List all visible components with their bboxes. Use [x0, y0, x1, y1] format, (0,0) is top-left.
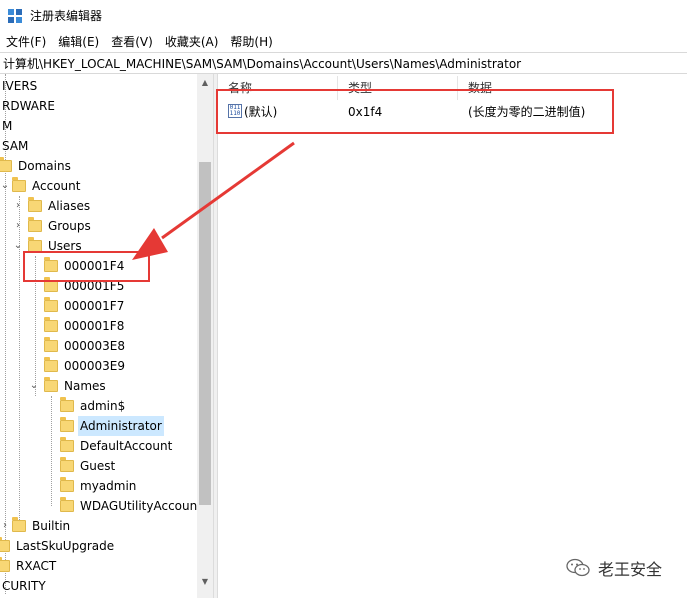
folder-icon [28, 217, 42, 232]
tree-item-myadmin[interactable]: myadmin [60, 476, 138, 496]
tree-item-drivers[interactable]: IVERS [0, 76, 39, 96]
chevron-right-icon[interactable]: › [13, 196, 23, 216]
window-title: 注册表编辑器 [30, 9, 103, 23]
tree-item-groups[interactable]: Groups [28, 216, 93, 236]
scroll-down-arrow-icon[interactable]: ▼ [197, 573, 213, 590]
folder-icon [60, 497, 74, 512]
tree-item-guest[interactable]: Guest [60, 456, 117, 476]
tree-item-sam-root[interactable]: M [0, 116, 14, 136]
tree-item-builtin[interactable]: Builtin [12, 516, 72, 536]
folder-icon [44, 357, 58, 372]
tree-item-names[interactable]: Names [44, 376, 108, 396]
tree-item-hardware[interactable]: RDWARE [0, 96, 57, 116]
tree-item-label: Account [32, 179, 81, 193]
folder-icon [44, 337, 58, 352]
tree-item-defaultaccount[interactable]: DefaultAccount [60, 436, 174, 456]
chevron-down-icon[interactable]: ⌄ [13, 236, 23, 256]
folder-icon [60, 397, 74, 412]
folder-icon [0, 557, 10, 572]
tree-item-account[interactable]: Account [12, 176, 82, 196]
scroll-up-arrow-icon[interactable]: ▲ [197, 74, 213, 91]
scroll-thumb[interactable] [199, 162, 211, 505]
regedit-icon [8, 9, 22, 23]
chevron-down-icon[interactable]: ⌄ [0, 176, 10, 196]
annotation-box-value [216, 89, 614, 134]
menu-edit[interactable]: 编辑(E) [52, 32, 105, 52]
tree-item-security[interactable]: CURITY [0, 576, 48, 596]
folder-icon [44, 297, 58, 312]
watermark-text: 老王安全 [598, 560, 663, 579]
tree-connector [51, 396, 52, 506]
tree-item-label: CURITY [2, 579, 46, 593]
folder-icon [60, 457, 74, 472]
folder-icon [44, 377, 58, 392]
folder-icon [12, 177, 26, 192]
tree-item-label: 000001F8 [64, 319, 125, 333]
chevron-right-icon[interactable]: › [0, 516, 10, 536]
tree-item-label: 000003E8 [64, 339, 126, 353]
tree-item-label: Administrator [78, 416, 164, 436]
tree-item-label: Names [64, 379, 106, 393]
tree-item-label: RDWARE [2, 99, 55, 113]
tree-item-domains[interactable]: Domains [0, 156, 73, 176]
tree-item-label: Guest [80, 459, 116, 473]
folder-icon [60, 477, 74, 492]
menu-bar: 文件(F) 编辑(E) 查看(V) 收藏夹(A) 帮助(H) [0, 32, 687, 52]
tree-item-label: myadmin [80, 479, 137, 493]
menu-file[interactable]: 文件(F) [0, 32, 52, 52]
watermark: 老王安全 [566, 556, 662, 580]
annotation-box-key [23, 251, 150, 282]
tree-item-000003E9[interactable]: 000003E9 [44, 356, 127, 376]
tree-item-000001F7[interactable]: 000001F7 [44, 296, 126, 316]
folder-icon [44, 317, 58, 332]
tree-item-label: IVERS [2, 79, 38, 93]
folder-icon [60, 417, 74, 432]
menu-help[interactable]: 帮助(H) [224, 32, 278, 52]
title-bar: 注册表编辑器 [0, 0, 687, 32]
chevron-right-icon[interactable]: › [13, 216, 23, 236]
tree-item-label: admin$ [80, 399, 126, 413]
tree-item-label: Aliases [48, 199, 91, 213]
value-list[interactable]: 名称 类型 数据 011 110 (默认) 0x1f4 (长度为零的二进制值) [218, 74, 687, 598]
address-bar[interactable]: 计算机\HKEY_LOCAL_MACHINE\SAM\SAM\Domains\A… [0, 52, 687, 74]
tree-item-000003E8[interactable]: 000003E8 [44, 336, 127, 356]
tree-item-label: SAM [2, 139, 29, 153]
tree-item-admin-dollar[interactable]: admin$ [60, 396, 127, 416]
menu-view[interactable]: 查看(V) [105, 32, 159, 52]
folder-icon [60, 437, 74, 452]
tree-item-label: 000001F7 [64, 299, 125, 313]
chevron-down-icon[interactable]: ⌄ [29, 376, 39, 396]
tree-item-wdagutilityaccount[interactable]: WDAGUtilityAccount [60, 496, 204, 516]
wechat-icon [566, 558, 590, 577]
tree-item-lastskuupgrade[interactable]: LastSkuUpgrade [0, 536, 116, 556]
tree-item-administrator[interactable]: Administrator [60, 416, 164, 436]
tree-item-rxact[interactable]: RXACT [0, 556, 58, 576]
tree-item-aliases[interactable]: Aliases [28, 196, 92, 216]
tree-item-sam[interactable]: SAM [0, 136, 30, 156]
tree-item-label: RXACT [16, 559, 57, 573]
folder-icon [28, 197, 42, 212]
tree-item-label: LastSkuUpgrade [16, 539, 115, 553]
registry-tree[interactable]: IVERS RDWARE M SAM Domains ⌄ Account › A… [0, 74, 213, 598]
tree-item-label: DefaultAccount [80, 439, 173, 453]
tree-item-label: Domains [18, 159, 71, 173]
folder-icon [0, 157, 12, 172]
tree-item-label: Builtin [32, 519, 71, 533]
tree-item-label: WDAGUtilityAccount [80, 499, 202, 513]
tree-item-label: M [2, 119, 13, 133]
tree-item-000001F8[interactable]: 000001F8 [44, 316, 126, 336]
folder-icon [0, 537, 10, 552]
folder-icon [12, 517, 26, 532]
tree-item-label: Groups [48, 219, 91, 233]
menu-favorites[interactable]: 收藏夹(A) [159, 32, 225, 52]
tree-item-label: 000003E9 [64, 359, 126, 373]
address-path[interactable]: 计算机\HKEY_LOCAL_MACHINE\SAM\SAM\Domains\A… [3, 56, 521, 72]
